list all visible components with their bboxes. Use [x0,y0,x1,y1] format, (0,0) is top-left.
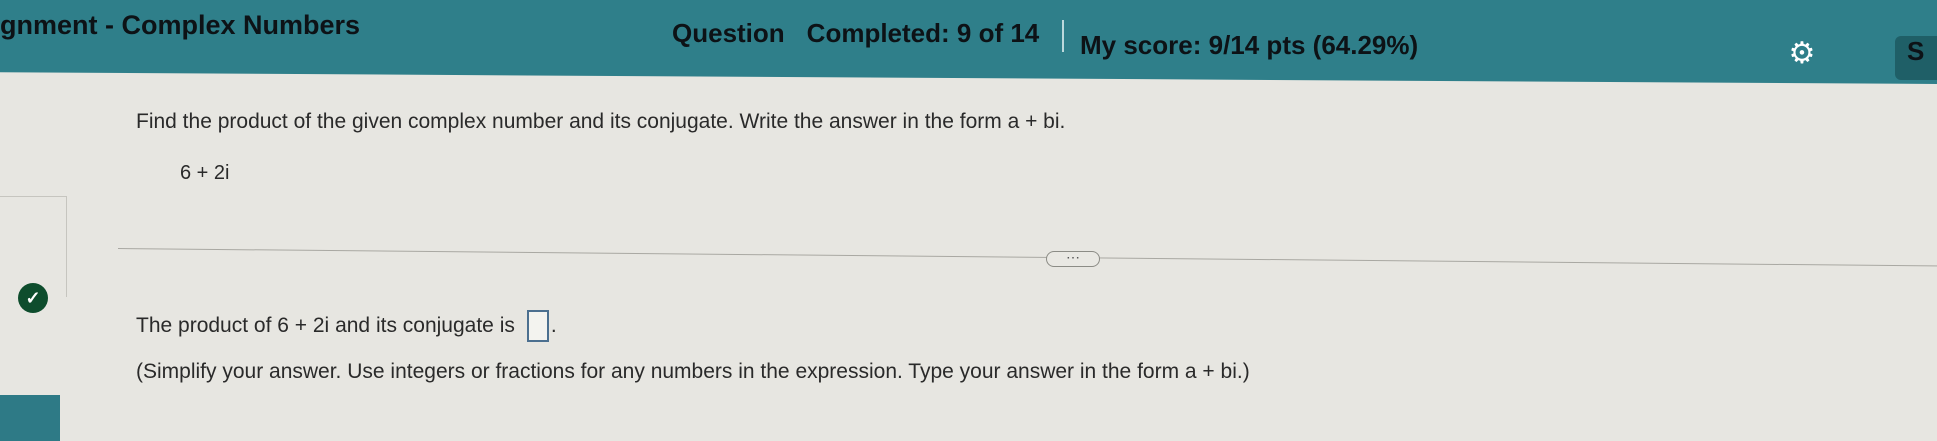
section-divider [117,248,1937,267]
left-panel [0,196,67,297]
answer-input[interactable] [526,310,549,342]
question-progress: Question Completed: 9 of 14 [672,18,1039,49]
expand-dots-button[interactable]: ⋯ [1046,250,1100,267]
score-text: My score: 9/14 pts (64.29%) [1080,30,1419,60]
product-expression: 6 + 2i [277,314,330,337]
corner-block [0,395,60,441]
more-menu-button[interactable]: S [1895,36,1937,80]
header-divider [1062,20,1064,52]
question-label: Question [672,18,785,48]
answer-prompt: The product of 6 + 2i and its conjugate … [136,310,557,342]
product-suffix: and its conjugate is [335,314,515,337]
header-bar: gnment - Complex Numbers Question Complet… [0,0,1937,84]
assignment-title: gnment - Complex Numbers [0,10,361,40]
gear-icon[interactable]: ⚙ [1786,38,1818,70]
answer-period: . [550,314,557,337]
given-complex-number: 6 + 2i [180,162,230,184]
question-instruction: Find the product of the given complex nu… [136,110,1066,133]
check-icon: ✓ [18,283,48,313]
product-prefix: The product of [136,314,272,337]
answer-hint: (Simplify your answer. Use integers or f… [136,360,1250,383]
completed-count: Completed: 9 of 14 [806,18,1040,48]
